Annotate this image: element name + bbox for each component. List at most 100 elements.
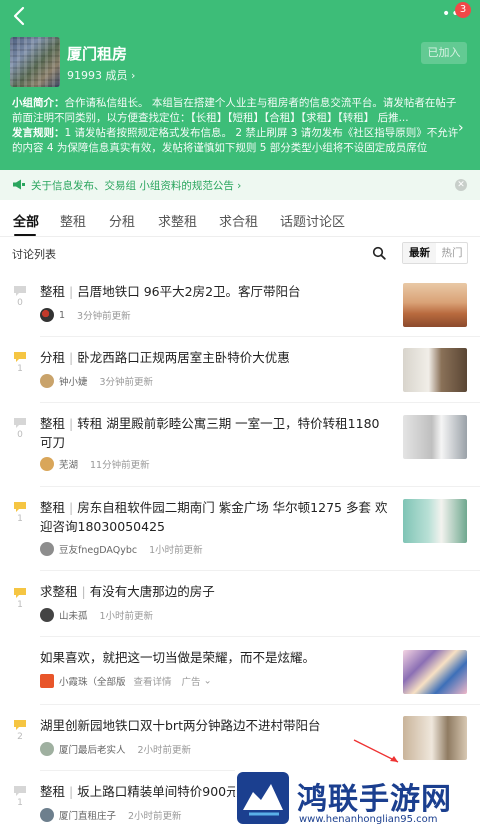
avatar[interactable]	[40, 542, 54, 556]
post-title[interactable]: 湖里创新园地铁口双十brt两分钟路边不进村带阳台	[40, 716, 390, 735]
avatar[interactable]	[40, 457, 54, 471]
post-thumbnail[interactable]	[403, 499, 467, 543]
post-time: 2小时前更新	[137, 745, 192, 756]
comment-icon	[14, 352, 26, 362]
divider	[40, 402, 480, 403]
post-author[interactable]: 山未孤	[59, 611, 88, 622]
watermark-logo-icon	[237, 772, 289, 824]
app-logo-icon	[40, 674, 54, 688]
post-category: 整租	[40, 416, 66, 431]
post-category: 分租	[40, 350, 66, 365]
post-title-text: 有没有大唐那边的房子	[89, 584, 215, 599]
post-meta: 芜湖 11分钟前更新	[40, 457, 150, 473]
post-title-text: 转租 湖里殿前彰睦公寓三期 一室一卫，特价转租1180可刀	[40, 416, 380, 450]
post-author[interactable]: 芜湖	[59, 460, 78, 471]
post-title-text: 房东自租软件园二期南门 紫金广场 华尔顿1275 多套 欢迎咨询18030050…	[40, 500, 388, 534]
post-time: 3分钟前更新	[99, 377, 154, 388]
avatar[interactable]	[40, 808, 54, 822]
chevron-down-icon[interactable]: ⌄	[201, 676, 212, 687]
post-title[interactable]: 整租 | 吕厝地铁口 96平大2房2卫。客厅带阳台	[40, 282, 390, 301]
avatar[interactable]	[40, 308, 54, 322]
ad-thumbnail[interactable]	[403, 650, 467, 694]
comment-icon	[14, 588, 26, 598]
rules-label: 发言规则：	[12, 127, 65, 139]
post-title[interactable]: 整租 | 房东自租软件园二期南门 紫金广场 华尔顿1275 多套 欢迎咨询18030…	[40, 498, 390, 536]
post-category: 整租	[40, 500, 66, 515]
red-arrow-annotation	[353, 739, 399, 763]
post-category: 整租	[40, 284, 66, 299]
post-thumbnail[interactable]	[403, 716, 467, 760]
watermark: 鸿联手游网 www.henanhonglian95.com	[235, 770, 480, 829]
post-category: 求整租	[40, 584, 78, 599]
tab-discussion[interactable]: 话题讨论区	[280, 211, 345, 230]
post-meta: 厦门最后老实人 2小时前更新	[40, 742, 191, 758]
post-author[interactable]: 钟小婕	[59, 377, 88, 388]
intro-text: 合作请私信组长。 本组旨在搭建个人业主与租房者的信息交流平台。请发帖者在帖子前面…	[12, 97, 457, 124]
post-thumbnail[interactable]	[403, 283, 467, 327]
tab-seek-shared[interactable]: 求合租	[219, 211, 258, 230]
post-title[interactable]: 整租 | 转租 湖里殿前彰睦公寓三期 一室一卫，特价转租1180可刀	[40, 414, 390, 452]
post-title[interactable]: 分租 | 卧龙西路口正规两居室主卧特价大优惠	[40, 348, 390, 367]
divider	[40, 704, 480, 705]
post-meta: 1 3分钟前更新	[40, 308, 131, 324]
ad-tag: 广告	[181, 677, 201, 688]
tab-whole-rent[interactable]: 整租	[60, 211, 86, 230]
watermark-url: www.henanhonglian95.com	[299, 814, 438, 825]
post-author[interactable]: 1	[59, 310, 65, 321]
comment-count: 1	[17, 600, 23, 610]
post-thumbnail[interactable]	[403, 415, 467, 459]
post-time: 2小时前更新	[128, 811, 182, 822]
ad-brand[interactable]: 小霞珠（全部版	[59, 677, 126, 688]
post-author[interactable]: 厦门最后老实人	[59, 745, 126, 756]
post-meta: 钟小婕 3分钟前更新	[40, 374, 153, 390]
post-thumbnail[interactable]	[403, 348, 467, 392]
post-author[interactable]: 豆友fnegDAQybc	[59, 545, 137, 556]
comment-icon	[14, 720, 26, 730]
notice-text[interactable]: 关于信息发布、交易组 小组资料的规范公告 ›	[31, 178, 241, 193]
back-arrow-icon[interactable]	[8, 4, 32, 28]
avatar[interactable]	[40, 374, 54, 388]
post-time: 1小时前更新	[99, 611, 154, 622]
post-title-text: 湖里创新园地铁口双十brt两分钟路边不进村带阳台	[40, 718, 321, 733]
post-title-text: 卧龙西路口正规两居室主卧特价大优惠	[77, 350, 290, 365]
group-intro[interactable]: 小组简介：合作请私信组长。 本组旨在搭建个人业主与租房者的信息交流平台。请发帖者…	[12, 96, 460, 156]
sort-hot-button[interactable]: 热门	[436, 243, 468, 263]
sort-newest-button[interactable]: 最新	[403, 243, 436, 263]
post-time: 3分钟前更新	[77, 311, 131, 322]
member-count[interactable]: 91993 成员 ›	[67, 67, 135, 83]
comment-icon	[14, 502, 26, 512]
comment-count: 0	[17, 430, 23, 440]
megaphone-icon	[13, 179, 25, 190]
comment-count: 2	[17, 732, 23, 742]
group-header: ••• 3 厦门租房 91993 成员 › 已加入 小组简介：合作请私信组长。 …	[0, 0, 480, 170]
ad-title[interactable]: 如果喜欢，就把这一切当做是荣耀，而不是炫耀。	[40, 648, 390, 667]
close-icon[interactable]: ✕	[455, 179, 467, 191]
chevron-right-icon[interactable]: ›	[458, 120, 464, 136]
rules-text: 1 请发帖者按照规定格式发布信息。 2 禁止刷屏 3 请勿发布《社区指导原则》不…	[12, 127, 459, 154]
divider	[0, 236, 480, 237]
comment-icon	[14, 786, 26, 796]
group-avatar[interactable]	[10, 37, 60, 87]
watermark-title: 鸿联手游网	[297, 782, 452, 817]
avatar[interactable]	[40, 742, 54, 756]
joined-button[interactable]: 已加入	[421, 42, 467, 64]
post-meta: 豆友fnegDAQybc 1小时前更新	[40, 542, 203, 558]
ad-detail-link[interactable]: 查看详情	[134, 677, 172, 688]
group-name: 厦门租房	[67, 45, 128, 63]
notice-bar[interactable]: 关于信息发布、交易组 小组资料的规范公告 › ✕	[0, 170, 480, 200]
search-icon[interactable]	[372, 246, 386, 260]
intro-label: 小组简介：	[12, 97, 65, 109]
avatar[interactable]	[40, 608, 54, 622]
tab-shared-rent[interactable]: 分租	[109, 211, 135, 230]
comment-count: 0	[17, 298, 23, 308]
post-author[interactable]: 厦门直租庄子	[59, 811, 116, 822]
comment-count: 1	[17, 364, 23, 374]
tab-seek-whole[interactable]: 求整租	[158, 211, 197, 230]
comment-count: 1	[17, 514, 23, 524]
post-title[interactable]: 求整租 | 有没有大唐那边的房子	[40, 582, 390, 601]
post-time: 11分钟前更新	[90, 460, 150, 471]
comment-icon	[14, 286, 26, 296]
tab-all[interactable]: 全部	[13, 211, 39, 230]
post-category: 整租	[40, 784, 66, 799]
comment-icon	[14, 418, 26, 428]
